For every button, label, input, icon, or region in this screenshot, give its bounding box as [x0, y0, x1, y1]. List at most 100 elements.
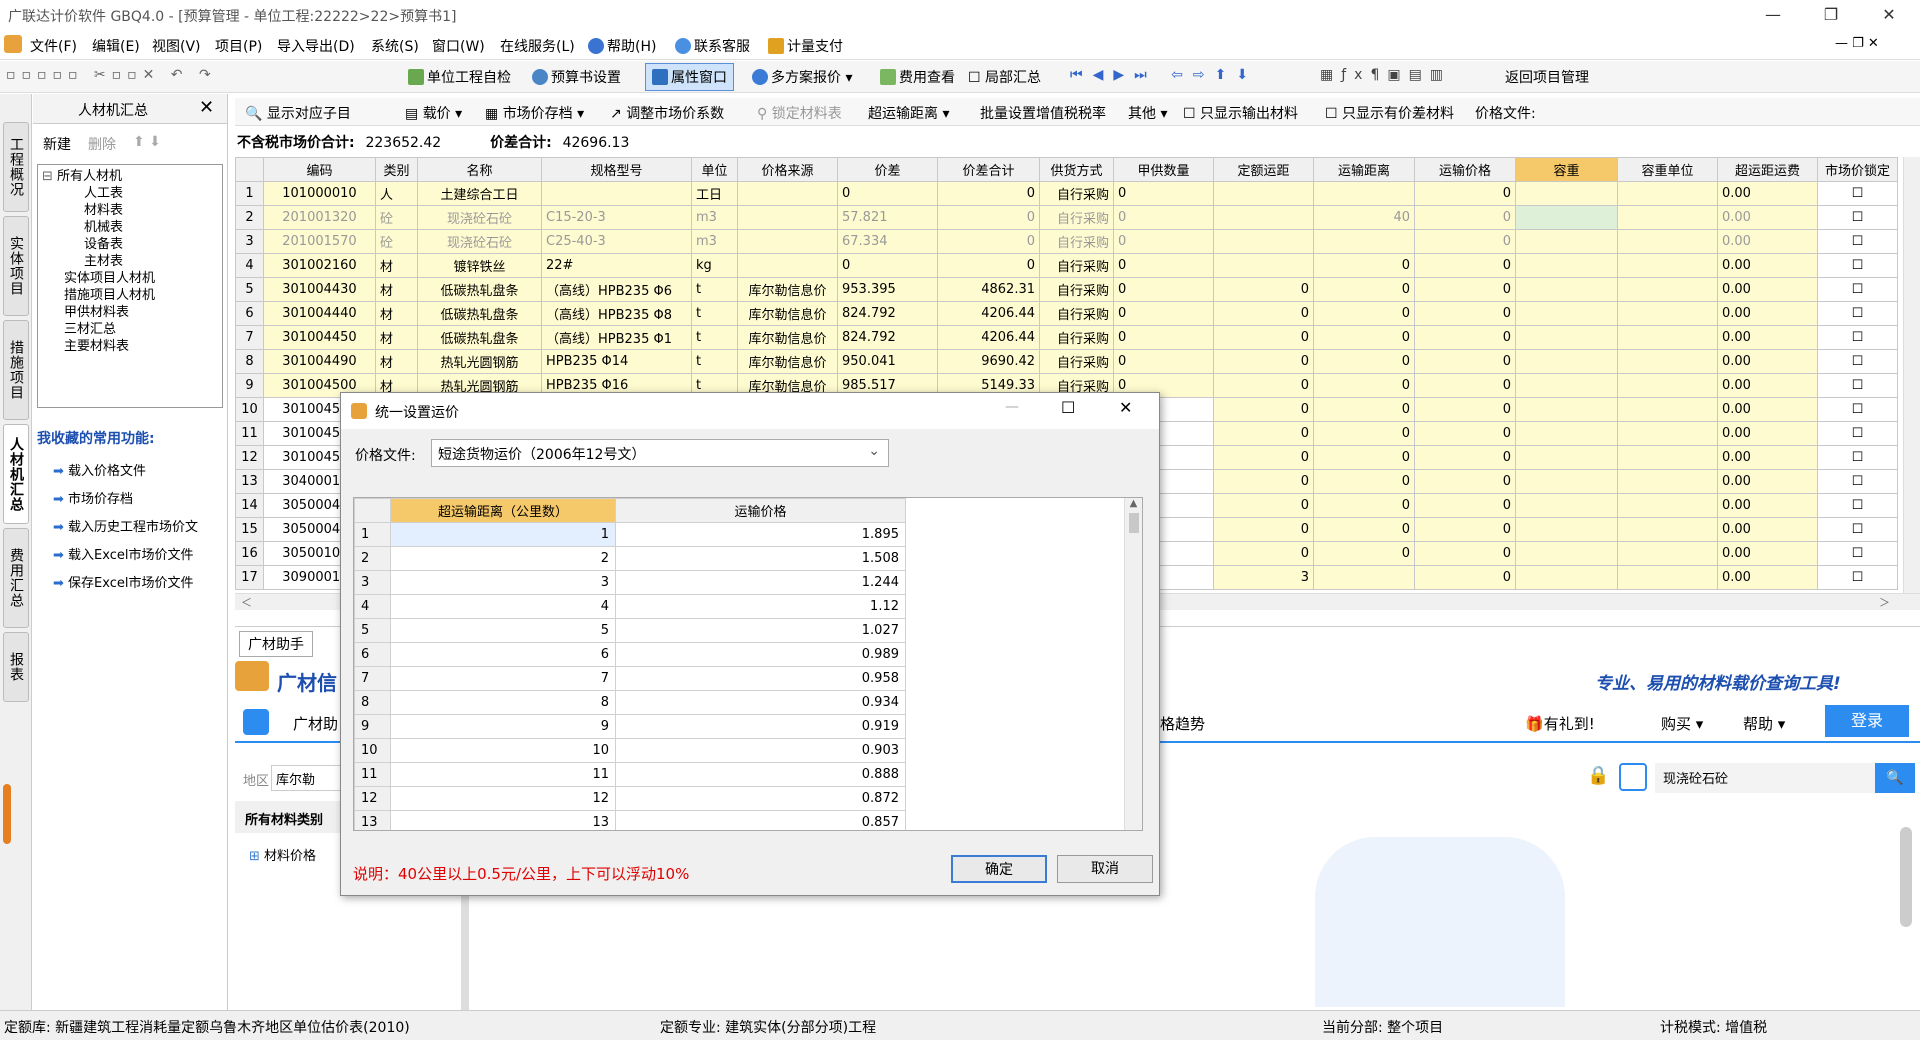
- lock-checkbox[interactable]: ☐: [1817, 469, 1898, 494]
- table-cell[interactable]: 库尔勒信息价: [737, 301, 838, 326]
- table-cell[interactable]: 301002160: [263, 253, 376, 278]
- table-cell[interactable]: 0.00: [1717, 493, 1818, 518]
- table-cell[interactable]: 0.00: [1717, 277, 1818, 302]
- freight-row[interactable]: 5 5 1.027: [354, 618, 906, 643]
- table-cell[interactable]: 0: [937, 181, 1040, 206]
- table-cell[interactable]: 0: [1113, 325, 1214, 350]
- buy-menu[interactable]: 购买 ▾: [1661, 713, 1703, 734]
- assistant-scrollbar[interactable]: [1900, 827, 1912, 927]
- unlock-icon[interactable]: [1619, 763, 1647, 791]
- col-header[interactable]: 运输价格: [1414, 157, 1516, 182]
- table-cell[interactable]: 0: [1313, 493, 1415, 518]
- menu-contact[interactable]: 联系客服: [675, 36, 750, 56]
- col-header[interactable]: 类别: [375, 157, 418, 182]
- tree-item-machinery[interactable]: 机械表: [42, 219, 222, 236]
- tree-item-all[interactable]: ⊟ 所有人材机: [42, 168, 222, 185]
- delete-button[interactable]: 删除: [88, 134, 116, 154]
- table-cell[interactable]: 0: [1414, 229, 1516, 254]
- help-menu[interactable]: 帮助 ▾: [1743, 713, 1785, 734]
- table-cell[interactable]: 301004430: [263, 277, 376, 302]
- table-cell[interactable]: [1515, 277, 1618, 302]
- table-cell[interactable]: 土建综合工日: [417, 181, 542, 206]
- table-row[interactable]: 4 301002160 材镀锌铁丝 22# kg 0 0 自行采购 0 0 0 0.00 ☐: [235, 253, 1898, 278]
- table-cell[interactable]: 0: [1313, 397, 1415, 422]
- col-header[interactable]: 名称: [417, 157, 542, 182]
- table-cell[interactable]: 0: [1414, 445, 1516, 470]
- table-cell[interactable]: [1213, 229, 1314, 254]
- tab-measure-items[interactable]: 措施项目: [3, 320, 29, 420]
- lock-checkbox[interactable]: ☐: [1817, 181, 1898, 206]
- table-cell[interactable]: 0: [1313, 373, 1415, 398]
- misc-tools-icon[interactable]: ▦ƒx¶▣▤▥: [1320, 67, 1451, 83]
- table-cell[interactable]: [1515, 493, 1618, 518]
- table-cell[interactable]: 材: [375, 253, 418, 278]
- fav-load-history[interactable]: ➡ 载入历史工程市场价文: [53, 514, 198, 542]
- new-button[interactable]: 新建: [43, 134, 71, 154]
- table-cell[interactable]: 22#: [541, 253, 692, 278]
- distance-cell[interactable]: 12: [390, 786, 616, 811]
- menu-system[interactable]: 系统(S): [371, 36, 419, 56]
- menu-window[interactable]: 窗口(W): [432, 36, 485, 56]
- lock-checkbox[interactable]: ☐: [1817, 253, 1898, 278]
- lock-checkbox[interactable]: ☐: [1817, 421, 1898, 446]
- table-cell[interactable]: 低碳热轧盘条: [417, 325, 542, 350]
- cancel-button[interactable]: 取消: [1057, 855, 1153, 883]
- table-cell[interactable]: t: [691, 301, 738, 326]
- lock-checkbox[interactable]: ☐: [1817, 493, 1898, 518]
- batch-vat-button[interactable]: 批量设置增值税税率: [980, 103, 1106, 123]
- tab-material-assistant[interactable]: 广材助手: [239, 631, 313, 657]
- freight-row[interactable]: 7 7 0.958: [354, 666, 906, 691]
- table-cell[interactable]: [1617, 253, 1718, 278]
- table-cell[interactable]: 0: [1313, 541, 1415, 566]
- table-cell[interactable]: 0.00: [1717, 517, 1818, 542]
- distance-cell[interactable]: 3: [390, 570, 616, 595]
- table-cell[interactable]: 自行采购: [1039, 229, 1114, 254]
- table-cell[interactable]: 0: [1414, 541, 1516, 566]
- table-cell[interactable]: [1617, 469, 1718, 494]
- table-cell[interactable]: 0.00: [1717, 325, 1818, 350]
- table-cell[interactable]: [1617, 349, 1718, 374]
- col-header[interactable]: 价差合计: [937, 157, 1040, 182]
- table-cell[interactable]: 材: [375, 277, 418, 302]
- table-cell[interactable]: 0.00: [1717, 565, 1818, 590]
- table-cell[interactable]: 0: [1313, 445, 1415, 470]
- table-cell[interactable]: t: [691, 277, 738, 302]
- table-cell[interactable]: 67.334: [837, 229, 938, 254]
- table-cell[interactable]: 自行采购: [1039, 325, 1114, 350]
- table-cell[interactable]: 0: [1213, 373, 1314, 398]
- freight-row[interactable]: 12 12 0.872: [354, 786, 906, 811]
- table-cell[interactable]: 0.00: [1717, 181, 1818, 206]
- table-cell[interactable]: [1617, 181, 1718, 206]
- table-cell[interactable]: 4206.44: [937, 301, 1040, 326]
- table-cell[interactable]: 0: [1414, 517, 1516, 542]
- col-header[interactable]: 规格型号: [541, 157, 692, 182]
- partial-summary-button[interactable]: ☐ 局部汇总: [968, 67, 1041, 87]
- table-cell[interactable]: 0: [1313, 469, 1415, 494]
- fav-save-excel[interactable]: ➡ 保存Excel市场价文件: [53, 570, 198, 598]
- distance-cell[interactable]: 2: [390, 546, 616, 571]
- table-cell[interactable]: 0: [1414, 349, 1516, 374]
- col-header[interactable]: 价格来源: [737, 157, 838, 182]
- table-cell[interactable]: [1515, 253, 1618, 278]
- table-cell[interactable]: 0: [1213, 397, 1314, 422]
- table-cell[interactable]: 0: [1414, 277, 1516, 302]
- table-cell[interactable]: 0: [1414, 253, 1516, 278]
- load-price-button[interactable]: ▤ 载价 ▾: [405, 103, 462, 123]
- tab-reports[interactable]: 报表: [3, 632, 29, 702]
- menu-project[interactable]: 项目(P): [215, 36, 262, 56]
- table-cell[interactable]: m3: [691, 229, 738, 254]
- lock-checkbox[interactable]: ☐: [1817, 277, 1898, 302]
- tree-item-materials[interactable]: 材料表: [42, 202, 222, 219]
- menu-edit[interactable]: 编辑(E): [92, 36, 140, 56]
- table-cell[interactable]: [1617, 493, 1718, 518]
- table-cell[interactable]: 0: [1414, 565, 1516, 590]
- price-cell[interactable]: 0.872: [615, 786, 906, 811]
- home-icon[interactable]: [243, 709, 269, 735]
- restore-button[interactable]: ❐: [1808, 2, 1854, 28]
- table-cell[interactable]: kg: [691, 253, 738, 278]
- table-cell[interactable]: 824.792: [837, 325, 938, 350]
- col-header[interactable]: 单位: [691, 157, 738, 182]
- table-cell[interactable]: 0: [1213, 349, 1314, 374]
- table-cell[interactable]: 0: [1414, 325, 1516, 350]
- move-arrows-icon[interactable]: ⬆ ⬇: [133, 134, 161, 150]
